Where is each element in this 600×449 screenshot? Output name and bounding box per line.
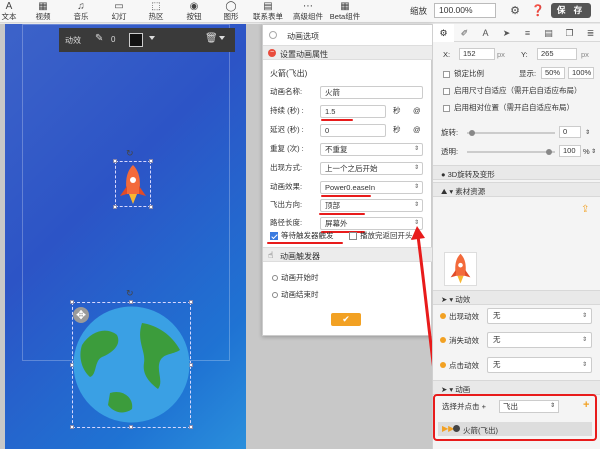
display-100-button[interactable]: 100%: [568, 67, 594, 79]
rocket-thumb-icon: [450, 253, 471, 284]
text-icon[interactable]: A: [475, 24, 496, 42]
adaptive-size-checkbox[interactable]: [443, 88, 450, 95]
rotate-slider-knob[interactable]: [469, 130, 475, 136]
opacity-slider[interactable]: [467, 151, 555, 153]
lock-ratio-checkbox[interactable]: [443, 71, 450, 78]
section-animation[interactable]: ➤ ▾ 动画: [433, 380, 600, 395]
brush-icon[interactable]: ✐: [454, 24, 475, 42]
opacity-slider-knob[interactable]: [546, 149, 552, 155]
layers-icon[interactable]: ≣: [580, 24, 600, 42]
disappear-effect-row: 消失动效 无 ⇕: [440, 330, 595, 352]
panel-tabs: ⚙ ✐ A ➤ ≡ ▤ ❐ ≣: [433, 24, 600, 42]
y-input[interactable]: 265: [537, 48, 577, 60]
rotate-input[interactable]: 0: [559, 126, 581, 138]
rocket-dot-icon: [453, 425, 460, 432]
page-icon[interactable]: ▤: [538, 24, 559, 42]
disappear-effect-select[interactable]: 无 ⇕: [487, 332, 592, 348]
select-arrows-icon: ⇕: [581, 313, 587, 319]
appear-effect-row: 出现动效 无 ⇕: [440, 306, 595, 328]
rotate-slider[interactable]: [467, 132, 555, 134]
click-effect-select[interactable]: 无 ⇕: [487, 357, 592, 373]
select-arrows-icon: ⇕: [581, 362, 587, 368]
gear-icon[interactable]: ⚙: [433, 24, 454, 42]
section-effects[interactable]: ➤ ▾ 动效: [433, 290, 600, 305]
animation-list-item[interactable]: ▶▶ 火箭(飞出): [438, 422, 592, 436]
asset-thumbnail[interactable]: [444, 252, 477, 286]
send-icon[interactable]: ➤: [496, 24, 517, 42]
upload-icon[interactable]: ⇪: [581, 204, 589, 216]
list-icon[interactable]: ≡: [517, 24, 538, 42]
stepper-icon[interactable]: ⇕: [591, 146, 596, 158]
properties-panel: ⚙ ✐ A ➤ ≡ ▤ ❐ ≣ X: 152 px Y: 265 px 锁定比例…: [432, 24, 600, 449]
section-3d[interactable]: ● 3D旋转及变形: [433, 165, 600, 180]
opacity-input[interactable]: 100: [559, 145, 581, 157]
stepper-icon[interactable]: ⇕: [585, 127, 590, 139]
select-arrows-icon: ⇕: [581, 337, 587, 343]
display-50-button[interactable]: 50%: [541, 67, 565, 79]
section-assets[interactable]: ⛰ ▾ 素材资源: [433, 182, 600, 197]
x-input[interactable]: 152: [459, 48, 495, 60]
copy-icon[interactable]: ❐: [559, 24, 580, 42]
relative-pos-checkbox[interactable]: [443, 105, 450, 112]
click-effect-row: 点击动效 无 ⇕: [440, 355, 595, 377]
appear-effect-select[interactable]: 无 ⇕: [487, 308, 592, 324]
